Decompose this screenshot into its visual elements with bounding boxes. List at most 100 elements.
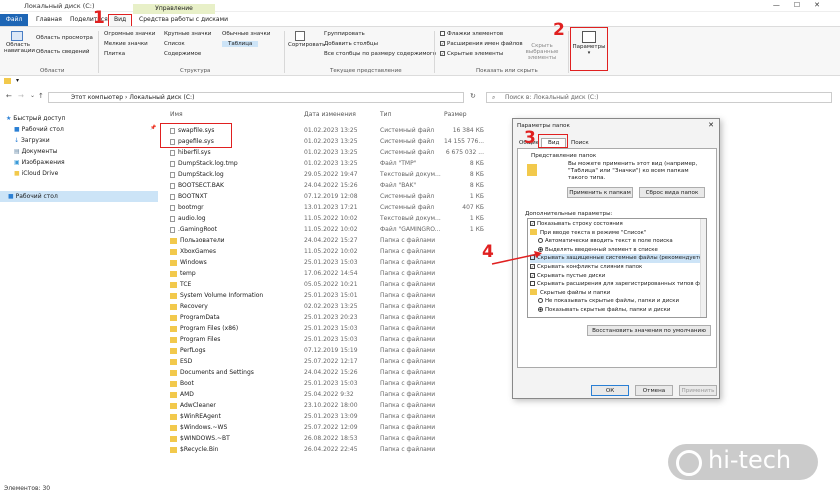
tree-item[interactable]: ✓ Скрывать пустые диски <box>530 272 605 281</box>
path-this-pc[interactable]: Этот компьютер <box>71 94 123 101</box>
file-date: 26.08.2022 18:53 <box>304 435 358 442</box>
file-size <box>444 389 484 400</box>
file-type: Папка с файлами <box>380 369 436 376</box>
advanced-settings-label: Дополнительные параметры: <box>525 211 613 217</box>
tree-item[interactable]: ✓ Показывать строку состояния <box>530 220 623 229</box>
file-icon <box>170 182 175 189</box>
file-date: 25.01.2023 15:01 <box>304 292 358 299</box>
back-icon[interactable]: ← <box>6 92 12 100</box>
tree-item[interactable]: Автоматически вводить текст в поле поиск… <box>538 237 673 246</box>
column-size[interactable]: Размер <box>444 111 467 118</box>
file-date: 07.12.2019 12:08 <box>304 193 358 200</box>
add-columns-button[interactable]: Добавить столбцы <box>324 41 378 47</box>
annotation-arrow-icon <box>491 251 542 265</box>
file-date: 25.01.2023 15:03 <box>304 336 358 343</box>
up-icon[interactable]: ↑ <box>38 92 44 100</box>
folder-icon <box>170 446 177 453</box>
tree-item[interactable]: Скрывать защищенные системные файлы (рек… <box>530 254 706 263</box>
preview-pane-button[interactable]: Область просмотра <box>36 35 93 41</box>
restore-defaults-button[interactable]: Восстановить значения по умолчанию <box>587 325 711 336</box>
details-pane-button[interactable]: Область сведений <box>36 49 89 55</box>
nav-pane-button[interactable]: Область навигации <box>4 31 35 54</box>
file-size <box>444 257 484 268</box>
close-icon[interactable]: ✕ <box>708 121 714 129</box>
file-size: 8 КБ <box>469 171 484 178</box>
tree-item[interactable]: Выделять введенный элемент в списке <box>538 246 658 255</box>
pictures-icon: ▣ <box>14 159 22 166</box>
window-title: Локальный диск (C:) <box>24 2 95 10</box>
file-icon <box>170 215 175 222</box>
tab-file[interactable]: Файл <box>0 14 28 26</box>
layout-large[interactable]: Крупные значки <box>164 31 211 37</box>
group-by-button[interactable]: Группировать <box>324 31 365 37</box>
layout-table[interactable]: Таблица <box>222 41 259 47</box>
tree-item[interactable]: Не показывать скрытые файлы, папки и дис… <box>538 297 679 306</box>
apply-button[interactable]: Применить <box>679 385 717 396</box>
file-size <box>444 235 484 246</box>
tab-disk-tools[interactable]: Средства работы с дисками <box>135 14 232 26</box>
file-name: AdwCleaner <box>170 400 216 411</box>
sort-button[interactable]: Сортировать <box>288 31 325 48</box>
search-input[interactable]: ⌕ Поиск в: Локальный диск (C:) <box>486 92 832 103</box>
checkbox-icon <box>530 281 535 287</box>
address-bar[interactable]: Этот компьютер › Локальный диск (C:) <box>48 92 464 103</box>
file-date: 02.02.2023 13:25 <box>304 303 358 310</box>
file-size <box>444 279 484 290</box>
nav-quick-access[interactable]: ★ Быстрый доступ <box>6 113 65 124</box>
nav-downloads[interactable]: ↓ Загрузки <box>14 135 50 146</box>
tab-home[interactable]: Главная <box>32 14 66 26</box>
layout-content[interactable]: Содержимое <box>164 51 201 57</box>
nav-icloud[interactable]: ■ iCloud Drive <box>14 168 58 179</box>
file-name: Boot <box>170 378 194 389</box>
layout-huge[interactable]: Огромные значки <box>104 31 155 37</box>
tree-scrollbar[interactable] <box>700 219 706 317</box>
checkbox-checked-icon: ✓ <box>440 41 445 46</box>
layout-normal[interactable]: Обычные значки <box>222 31 270 37</box>
checkboxes-toggle[interactable]: Флажки элементов <box>440 31 503 37</box>
folder-view-text-3: такого типа. <box>568 175 606 181</box>
tree-item[interactable]: При вводе текста в режиме "Список" <box>530 229 646 238</box>
apply-to-folders-button[interactable]: Применить к папкам <box>567 187 633 198</box>
recent-icon[interactable]: ⌄ <box>30 92 35 99</box>
cancel-button[interactable]: Отмена <box>635 385 673 396</box>
nav-documents[interactable]: ▤ Документы <box>14 146 57 157</box>
tree-item[interactable]: Показывать скрытые файлы, папки и диски <box>538 306 670 315</box>
ribbon: Область навигации Область просмотра Обла… <box>0 26 840 76</box>
file-date: 25.01.2023 15:03 <box>304 259 358 266</box>
advanced-settings-tree[interactable]: ✓ Показывать строку состояния При вводе те… <box>527 218 707 318</box>
column-type[interactable]: Тип <box>380 111 392 118</box>
ok-button[interactable]: ОК <box>591 385 629 396</box>
extensions-toggle[interactable]: ✓ Расширения имен файлов <box>440 41 523 47</box>
tab-share[interactable]: Поделиться <box>66 14 112 26</box>
radio-checked-icon <box>538 307 543 312</box>
folder-icon <box>4 78 11 84</box>
nav-desktop[interactable]: ■ Рабочий стол <box>14 124 64 135</box>
management-context-tab[interactable]: Управление <box>133 4 215 14</box>
dropdown-icon[interactable]: ▾ <box>16 77 19 84</box>
column-date[interactable]: Дата изменения <box>304 111 356 118</box>
hidden-items-toggle[interactable]: ✓ Скрытые элементы <box>440 51 503 57</box>
file-type: Папка с файлами <box>380 446 436 453</box>
nav-desktop-root[interactable]: ■ Рабочий стол <box>0 191 158 202</box>
fit-columns-button[interactable]: Все столбцы по размеру содержимого <box>324 51 436 57</box>
layout-tiles[interactable]: Плитка <box>104 51 125 57</box>
file-name: TCE <box>170 279 191 290</box>
path-local-disk[interactable]: Локальный диск (C:) <box>129 94 194 101</box>
refresh-icon[interactable]: ↻ <box>470 92 476 100</box>
hide-selected-button[interactable]: Скрыть выбранные элементы <box>520 43 564 61</box>
column-name[interactable]: Имя <box>170 111 183 118</box>
dialog-tab-search[interactable]: Поиск <box>571 140 589 146</box>
file-date: 26.04.2022 22:45 <box>304 446 358 453</box>
radio-icon <box>538 298 543 304</box>
highlight-dialog-view-tab <box>538 134 568 148</box>
nav-pictures[interactable]: ▣ Изображения <box>14 157 65 168</box>
layout-list[interactable]: Список <box>164 41 185 47</box>
forward-icon[interactable]: → <box>18 92 24 100</box>
reset-folders-button[interactable]: Сброс вида папок <box>639 187 705 198</box>
layout-medium[interactable]: Мелкие значки <box>104 41 148 47</box>
tree-item[interactable]: ✓ Скрывать конфликты слияния папок <box>530 263 642 272</box>
tree-item[interactable]: Скрытые файлы и папки <box>530 289 610 298</box>
window-controls[interactable]: —☐✕ <box>773 1 834 9</box>
file-type: Системный файл <box>380 193 435 200</box>
tree-item[interactable]: Скрывать расширения для зарегистрированн… <box>530 280 700 289</box>
